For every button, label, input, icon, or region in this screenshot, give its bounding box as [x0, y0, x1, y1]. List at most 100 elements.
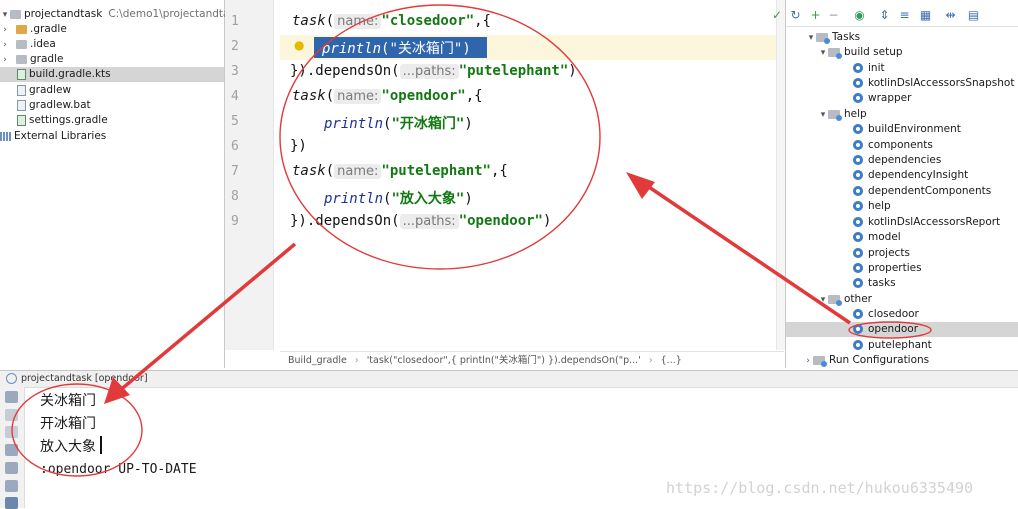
gradle-task-tasks[interactable]: tasks [853, 276, 896, 291]
code-line-5: println("开冰箱门") [324, 116, 473, 132]
gradle-task-kotlindslaccessorssnapshot[interactable]: kotlinDslAccessorsSnapshot [853, 76, 1014, 91]
editor-scrollbar[interactable] [776, 0, 785, 350]
gradle-group-help[interactable]: ▾ help [818, 107, 867, 122]
folder-icon [16, 39, 27, 49]
run-panel-header: projectandtask [opendoor] [0, 370, 1018, 388]
console-output-line: 开冰箱门 [40, 416, 96, 432]
line-number: 2 [231, 39, 239, 54]
gradle-tasks-node[interactable]: ▾ Tasks [806, 30, 860, 45]
code-line-6: }) [290, 138, 307, 154]
gradle-run-configurations[interactable]: › Run Configurations [803, 353, 929, 368]
chevron-down-icon[interactable]: ▾ [818, 46, 828, 61]
up-arrow-icon[interactable] [5, 409, 18, 421]
gradle-task-dependentcomponents[interactable]: dependentComponents [853, 184, 991, 199]
tree-item-idea[interactable]: › .idea [0, 37, 56, 52]
check-icon: ✓ [772, 8, 783, 22]
gear-icon [853, 340, 863, 350]
refresh-icon[interactable]: ↻ [789, 9, 802, 22]
link-icon[interactable]: ▦ [919, 9, 932, 22]
tree-item-external-libraries[interactable]: External Libraries [0, 129, 106, 144]
rerun-icon[interactable] [5, 391, 18, 403]
tree-item-gradle[interactable]: › gradle [0, 52, 63, 67]
breadcrumb-context[interactable]: 'task("closedoor",{ println("关冰箱门") }).d… [367, 355, 641, 366]
gear-icon [853, 155, 863, 165]
tree-root[interactable]: ▾ projectandtask C:\demo1\projectandtask [0, 7, 241, 22]
breadcrumb-tail[interactable]: {...} [661, 355, 682, 366]
export-icon[interactable] [5, 462, 18, 474]
code-line-9: }).dependsOn(...paths: "opendoor") [290, 213, 552, 229]
gradle-task-putelephant[interactable]: putelephant [853, 338, 932, 353]
chevron-down-icon[interactable]: ▾ [818, 293, 828, 308]
library-icon [0, 131, 11, 141]
down-arrow-icon[interactable] [5, 426, 18, 438]
gear-icon [853, 170, 863, 180]
chevron-down-icon[interactable]: ▾ [0, 8, 10, 23]
folder-icon [10, 9, 21, 19]
breadcrumb: Build_gradle ›'task("closedoor",{ println… [280, 351, 784, 369]
gradle-task-components[interactable]: components [853, 138, 933, 153]
folder-icon [828, 109, 842, 121]
gradle-task-help[interactable]: help [853, 199, 891, 214]
line-number: 9 [231, 214, 239, 229]
tree-item-gradlew[interactable]: gradlew [0, 83, 71, 98]
tree-item-build-gradle-kts[interactable]: build.gradle.kts [0, 67, 224, 82]
gear-icon [853, 186, 863, 196]
folder-icon [816, 32, 830, 44]
remove-icon[interactable]: − [827, 9, 840, 22]
run-task-icon[interactable]: ◉ [853, 9, 866, 22]
gradle-toolbar: ↻ + − ◉ ⇕ ≡ ▦ ⇹ ▤ [786, 6, 1018, 27]
code-line-7: task(name: "putelephant",{ [292, 163, 508, 179]
chevron-right-icon[interactable]: › [0, 53, 10, 68]
breadcrumb-file[interactable]: Build_gradle [288, 355, 347, 366]
add-icon[interactable]: + [809, 9, 822, 22]
print-icon[interactable] [5, 480, 18, 492]
tree-item-gradle-dir[interactable]: › .gradle [0, 22, 67, 37]
gradle-task-buildenvironment[interactable]: buildEnvironment [853, 122, 961, 137]
code-line-2: println("关冰箱门") [322, 41, 471, 57]
console-output-line: 放入大象 [40, 439, 96, 455]
chevron-right-icon[interactable]: › [0, 38, 10, 53]
gradle-task-properties[interactable]: properties [853, 261, 922, 276]
run-panel-title: projectandtask [opendoor] [21, 373, 148, 384]
line-number: 3 [231, 64, 239, 79]
gradle-task-init[interactable]: init [853, 61, 885, 76]
settings-icon[interactable]: ▤ [967, 9, 980, 22]
gradle-task-kotlindslaccessorsreport[interactable]: kotlinDslAccessorsReport [853, 215, 1000, 230]
gradle-task-wrapper[interactable]: wrapper [853, 91, 911, 106]
gradle-group-build-setup[interactable]: ▾ build setup [818, 45, 903, 60]
chevron-right-icon[interactable]: › [0, 23, 10, 38]
gradle-task-closedoor[interactable]: closedoor [853, 307, 919, 322]
gradle-file-icon [17, 114, 26, 126]
run-config-icon [6, 373, 17, 384]
lightbulb-icon[interactable]: ● [294, 38, 304, 52]
watermark: https://blog.csdn.net/hukou6335490 [666, 479, 974, 497]
line-number: 5 [231, 114, 239, 129]
collapse-all-icon[interactable]: ≡ [898, 9, 911, 22]
line-number: 8 [231, 189, 239, 204]
wrap-icon[interactable] [5, 444, 18, 456]
gradle-task-opendoor[interactable]: opendoor [786, 322, 1018, 337]
gear-icon [853, 263, 863, 273]
folder-icon [16, 24, 27, 34]
gradle-group-other[interactable]: ▾ other [818, 292, 872, 307]
code-line-4: task(name: "opendoor",{ [292, 88, 483, 104]
run-panel-toolbar [0, 387, 25, 509]
tree-item-gradlew-bat[interactable]: gradlew.bat [0, 98, 91, 113]
expand-all-icon[interactable]: ⇕ [878, 9, 891, 22]
gradle-task-projects[interactable]: projects [853, 246, 910, 261]
gradle-task-dependencies[interactable]: dependencies [853, 153, 941, 168]
console-output-line: :opendoor UP-TO-DATE [40, 462, 197, 477]
chevron-down-icon[interactable]: ▾ [818, 108, 828, 123]
folder-icon [828, 47, 842, 59]
line-number: 7 [231, 164, 239, 179]
gear-icon [853, 140, 863, 150]
delete-icon[interactable] [5, 497, 18, 509]
toggle-offline-icon[interactable]: ⇹ [944, 9, 957, 22]
folder-icon [828, 294, 842, 306]
gear-icon [853, 309, 863, 319]
tree-item-settings-gradle[interactable]: settings.gradle [0, 113, 108, 128]
gradle-task-dependencyinsight[interactable]: dependencyInsight [853, 168, 968, 183]
gradle-task-model[interactable]: model [853, 230, 901, 245]
chevron-right-icon[interactable]: › [803, 354, 813, 369]
chevron-down-icon[interactable]: ▾ [806, 31, 816, 46]
